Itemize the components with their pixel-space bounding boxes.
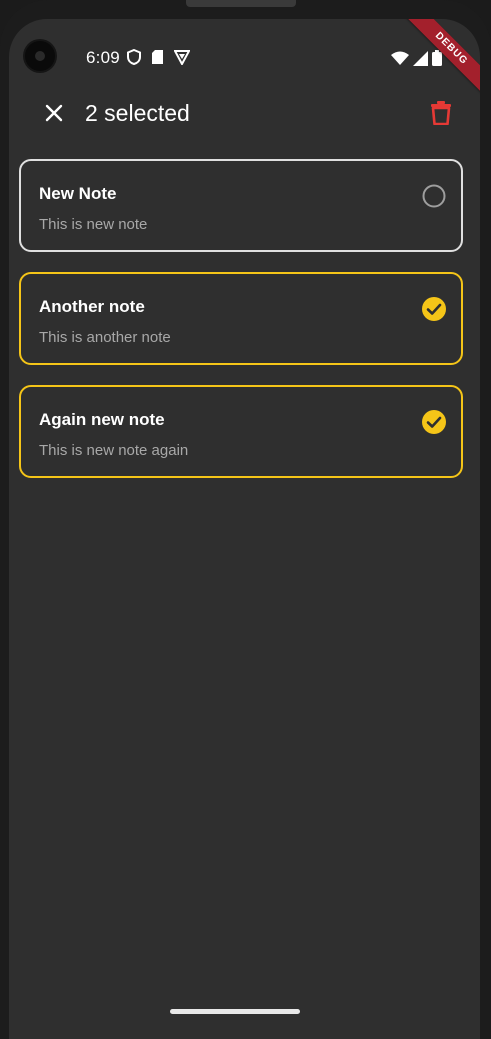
note-title: New Note: [39, 184, 117, 203]
notes-list: New Note This is new note Another note T…: [19, 159, 467, 498]
screen: 6:09 DEBUG 2 selected New Note This is n…: [9, 19, 480, 1039]
battery-icon: [432, 50, 442, 71]
status-time: 6:09: [86, 48, 120, 67]
status-bar: 6:09 DEBUG: [9, 19, 480, 102]
close-selection-button[interactable]: [40, 101, 68, 129]
selection-count-title: 2 selected: [85, 100, 190, 126]
phone-frame: 6:09 DEBUG 2 selected New Note This is n…: [0, 0, 491, 1039]
check-circle-icon[interactable]: [421, 296, 447, 322]
home-indicator[interactable]: [170, 1009, 300, 1014]
sd-card-icon: [151, 49, 164, 70]
front-camera: [25, 41, 55, 71]
shield-icon: [127, 48, 141, 70]
cell-signal-icon: [413, 50, 428, 71]
trash-icon: [431, 100, 451, 130]
note-card[interactable]: Again new note This is new note again: [19, 385, 463, 478]
close-icon: [45, 104, 63, 127]
vpn-icon: [173, 49, 191, 70]
speaker-notch: [186, 0, 296, 7]
note-card[interactable]: New Note This is new note: [19, 159, 463, 252]
status-icons-right: [391, 50, 442, 71]
note-card[interactable]: Another note This is another note: [19, 272, 463, 365]
note-body: This is new note again: [39, 442, 189, 459]
status-icons-left: [127, 48, 191, 70]
delete-button[interactable]: [427, 100, 455, 130]
check-circle-icon[interactable]: [421, 409, 447, 435]
wifi-icon: [391, 51, 409, 70]
check-circle-icon[interactable]: [421, 183, 447, 209]
note-title: Another note: [39, 297, 145, 316]
app-bar: 2 selected: [9, 87, 480, 143]
note-body: This is new note: [39, 216, 148, 233]
note-title: Again new note: [39, 410, 165, 429]
note-body: This is another note: [39, 329, 171, 346]
